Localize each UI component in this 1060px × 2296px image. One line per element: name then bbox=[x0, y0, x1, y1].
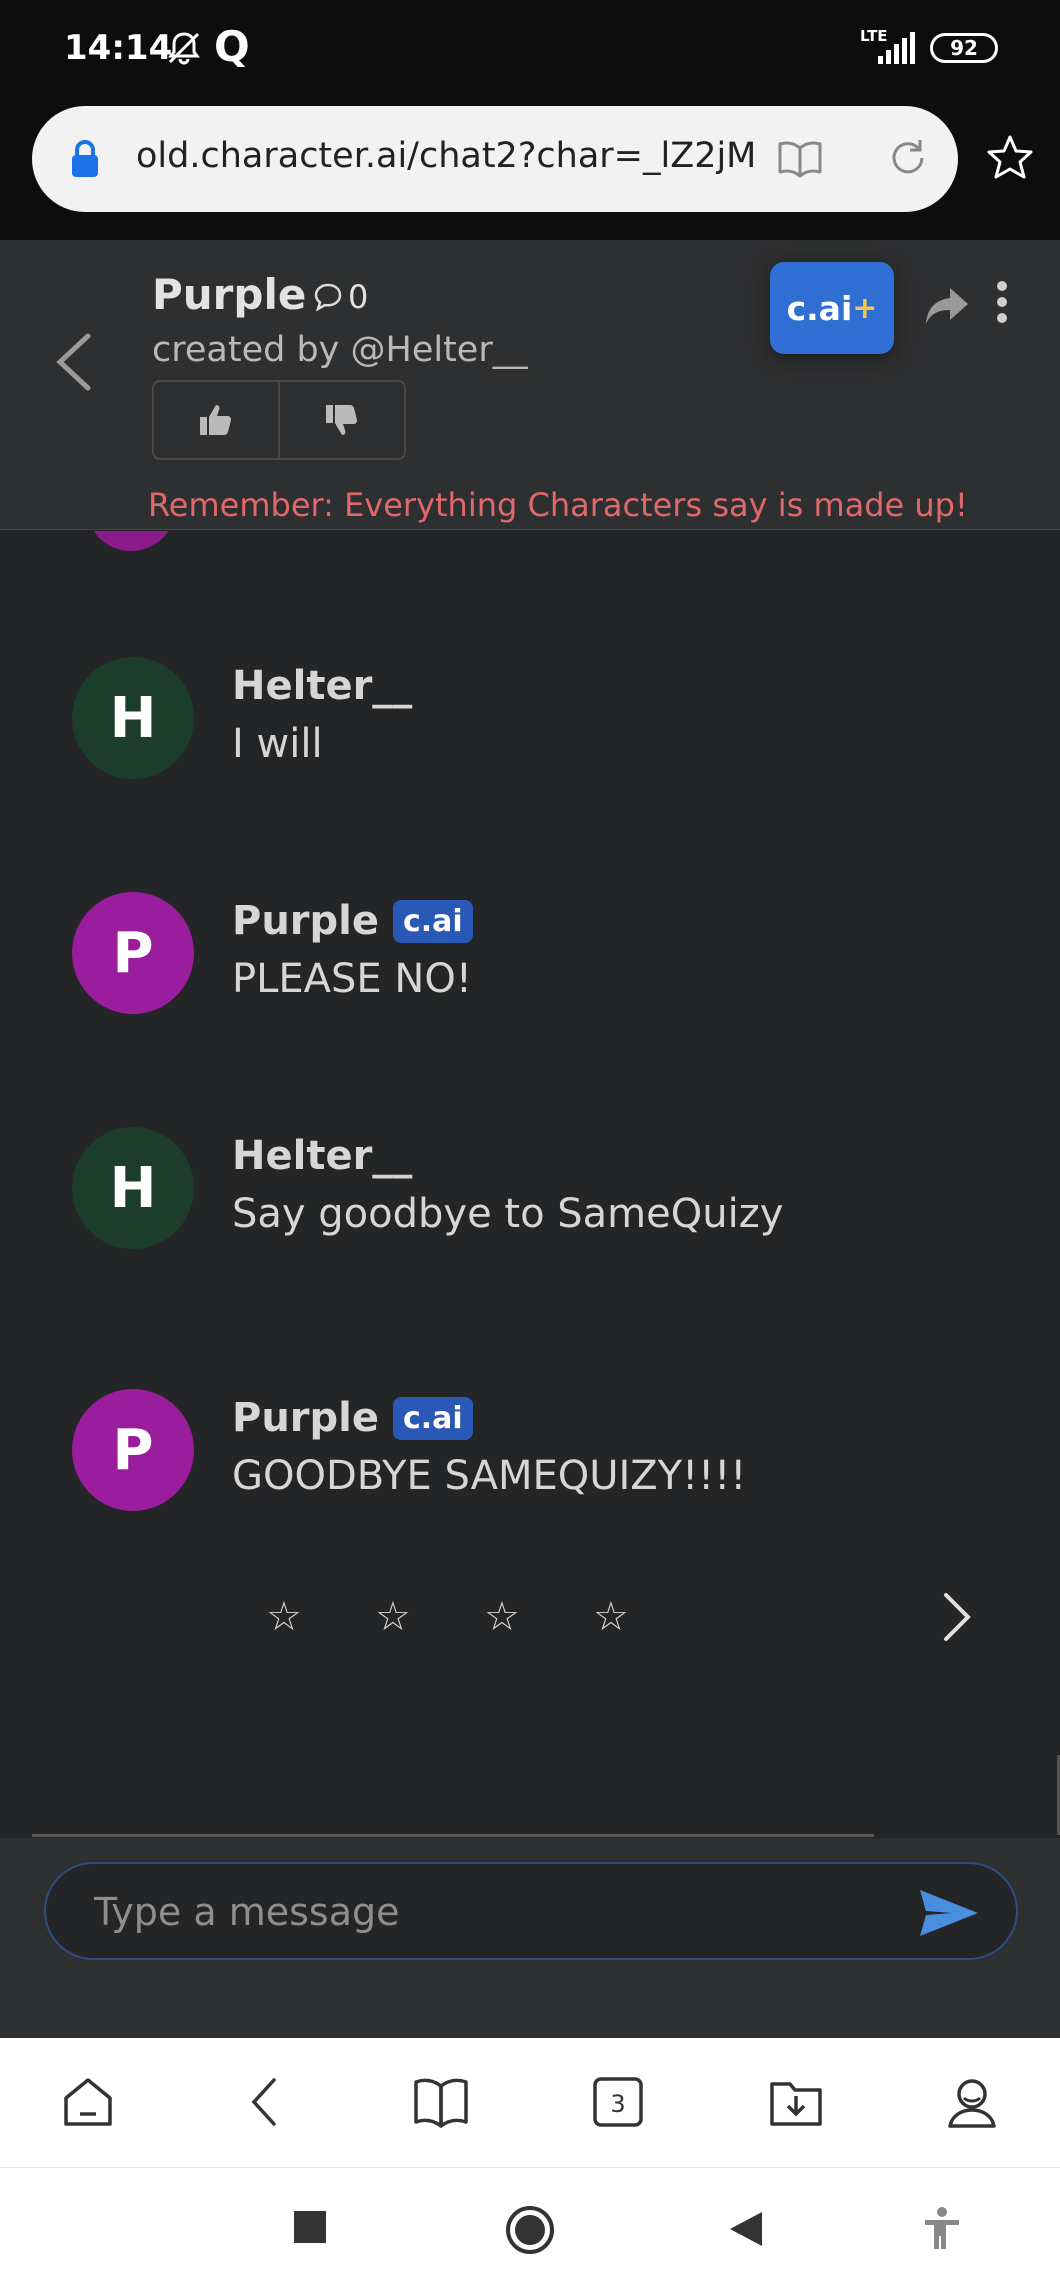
home-icon[interactable] bbox=[60, 2074, 116, 2134]
home-circle-icon[interactable] bbox=[504, 2204, 556, 2260]
profile-icon[interactable] bbox=[944, 2074, 1000, 2134]
address-bar[interactable]: old.character.ai/chat2?char=_lZ2jM bbox=[32, 106, 958, 212]
tab-count: 3 bbox=[610, 2090, 625, 2118]
message-input-wrapper[interactable] bbox=[44, 1862, 1018, 1960]
cai-plus-button[interactable]: c.ai + bbox=[770, 262, 894, 354]
back-icon[interactable] bbox=[50, 330, 98, 398]
character-name[interactable]: Purple bbox=[152, 270, 306, 319]
downloads-icon[interactable] bbox=[768, 2074, 824, 2134]
avatar[interactable]: P bbox=[72, 1389, 194, 1511]
sender-name: Purple bbox=[232, 1395, 379, 1441]
avatar[interactable]: H bbox=[72, 1127, 194, 1249]
muted-bell-icon bbox=[166, 30, 202, 70]
message-text: I will bbox=[232, 721, 323, 767]
bookmarks-icon[interactable] bbox=[412, 2074, 470, 2134]
chat-count-value: 0 bbox=[348, 278, 369, 316]
cai-plus-label: c.ai bbox=[786, 288, 853, 328]
more-options-icon[interactable] bbox=[994, 280, 1010, 328]
thumbs-down-icon bbox=[326, 405, 357, 435]
message-sender: Helter__ bbox=[232, 663, 412, 709]
sender-name: Helter__ bbox=[232, 1133, 413, 1179]
message-sender: Purple c.ai bbox=[232, 1395, 473, 1441]
creator-label[interactable]: created by @Helter__ bbox=[152, 330, 528, 370]
chat-header: Purple 0 created by @Helter__ c.ai + Reme… bbox=[0, 240, 1060, 530]
reader-mode-icon[interactable] bbox=[776, 138, 824, 184]
send-icon[interactable] bbox=[918, 1888, 980, 1942]
message-item[interactable]: P Purple c.ai PLEASE NO! bbox=[72, 892, 1022, 1016]
message-text: GOODBYE SAMEQUIZY!!!! bbox=[232, 1453, 747, 1499]
message-rating: ☆ ☆ ☆ ☆ bbox=[0, 1589, 1060, 1659]
browser-bottom-toolbar: 3 bbox=[0, 2038, 1060, 2168]
avatar[interactable]: H bbox=[72, 657, 194, 779]
chat-count: 0 bbox=[312, 278, 368, 316]
cai-badge: c.ai bbox=[393, 899, 473, 943]
lock-icon[interactable] bbox=[70, 140, 100, 182]
rating-star-1[interactable]: ☆ bbox=[266, 1597, 302, 1637]
tabs-button[interactable]: 3 bbox=[592, 2074, 644, 2134]
message-list[interactable]: H Helter__ I will P Purple c.ai PLEASE NO… bbox=[0, 531, 1060, 1835]
system-navigation-bar bbox=[0, 2168, 1060, 2296]
back-triangle-icon[interactable] bbox=[728, 2210, 764, 2252]
q-app-icon: Q bbox=[214, 22, 250, 71]
status-time: 14:14 bbox=[64, 28, 173, 68]
star-icon[interactable] bbox=[985, 133, 1035, 187]
rating-star-4[interactable]: ☆ bbox=[593, 1597, 629, 1637]
message-sender: Helter__ bbox=[232, 1133, 412, 1179]
back-nav-icon[interactable] bbox=[244, 2074, 284, 2134]
status-bar: 14:14 Q LTE 92 bbox=[0, 0, 1060, 100]
sender-name: Helter__ bbox=[232, 663, 413, 709]
composer bbox=[0, 1838, 1060, 2038]
reload-icon[interactable] bbox=[886, 136, 930, 184]
message-text: PLEASE NO! bbox=[232, 956, 472, 1002]
avatar[interactable]: P bbox=[72, 892, 194, 1014]
avatar bbox=[86, 531, 176, 551]
browser-toolbar: old.character.ai/chat2?char=_lZ2jM bbox=[0, 100, 1060, 240]
vote-buttons bbox=[152, 380, 406, 460]
message-item[interactable]: H Helter__ Say goodbye to SameQuizy bbox=[72, 1127, 1022, 1251]
next-response-icon[interactable] bbox=[940, 1589, 974, 1649]
signal-icon bbox=[876, 32, 918, 68]
message-item[interactable]: H Helter__ I will bbox=[72, 657, 1022, 781]
accessibility-icon[interactable] bbox=[922, 2206, 962, 2254]
rating-star-3[interactable]: ☆ bbox=[484, 1597, 520, 1637]
thumbs-up-button[interactable] bbox=[154, 382, 278, 458]
horizontal-scrollbar[interactable] bbox=[32, 1834, 874, 1837]
recents-icon[interactable] bbox=[294, 2210, 326, 2248]
url-text[interactable]: old.character.ai/chat2?char=_lZ2jM bbox=[136, 136, 756, 176]
thumbs-up-icon bbox=[200, 405, 231, 435]
thumbs-down-button[interactable] bbox=[278, 382, 404, 458]
sender-name: Purple bbox=[232, 898, 379, 944]
rating-star-2[interactable]: ☆ bbox=[375, 1597, 411, 1637]
battery-indicator: 92 bbox=[930, 33, 998, 63]
chat-bubble-icon bbox=[314, 283, 342, 312]
plus-symbol: + bbox=[852, 290, 878, 326]
share-icon[interactable] bbox=[924, 286, 970, 330]
message-sender: Purple c.ai bbox=[232, 898, 473, 944]
cai-badge: c.ai bbox=[393, 1396, 473, 1440]
disclaimer-text: Remember: Everything Characters say is m… bbox=[148, 486, 968, 524]
message-input[interactable] bbox=[94, 1884, 894, 1940]
message-text: Say goodbye to SameQuizy bbox=[232, 1191, 784, 1237]
message-item[interactable]: P Purple c.ai GOODBYE SAMEQUIZY!!!! bbox=[72, 1389, 1022, 1513]
